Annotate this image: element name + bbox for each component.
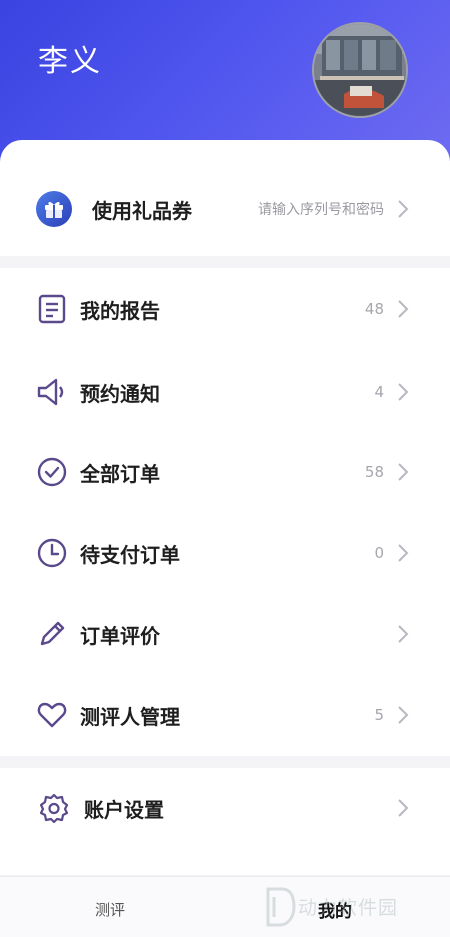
chevron-right-icon xyxy=(398,200,409,218)
menu-item-pending-payment[interactable]: 待支付订单 0 xyxy=(0,517,450,589)
menu-item-label: 全部订单 xyxy=(80,461,160,486)
watermark: 动力软件园 xyxy=(262,883,447,933)
divider xyxy=(0,756,450,768)
menu-item-my-reports[interactable]: 我的报告 48 xyxy=(0,273,450,345)
speaker-icon xyxy=(37,378,64,406)
menu-item-label: 测评人管理 xyxy=(80,704,180,729)
user-name: 李义 xyxy=(38,44,102,79)
clock-icon xyxy=(37,538,67,568)
gift-voucher-row[interactable]: 使用礼品券 请输入序列号和密码 xyxy=(0,173,450,245)
menu-item-count: 4 xyxy=(374,383,384,401)
menu-item-order-review[interactable]: 订单评价 xyxy=(0,598,450,670)
menu-item-label: 预约通知 xyxy=(80,381,160,406)
heart-icon xyxy=(37,702,67,728)
gift-icon xyxy=(36,191,72,227)
chevron-right-icon xyxy=(398,544,409,562)
menu-item-evaluee-management[interactable]: 测评人管理 5 xyxy=(0,679,450,751)
menu-item-count: 5 xyxy=(374,706,384,724)
menu-item-count: 58 xyxy=(364,463,384,481)
avatar-image xyxy=(314,24,406,116)
menu-item-label: 待支付订单 xyxy=(80,542,180,567)
watermark-text: 动力软件园 xyxy=(298,897,399,919)
avatar[interactable] xyxy=(312,22,408,118)
watermark-logo-icon xyxy=(266,887,296,927)
menu-item-count: 48 xyxy=(364,300,384,318)
check-circle-icon xyxy=(37,457,67,487)
chevron-right-icon xyxy=(398,799,409,817)
chevron-right-icon xyxy=(398,706,409,724)
chevron-right-icon xyxy=(398,625,409,643)
chevron-right-icon xyxy=(398,383,409,401)
menu-item-label: 账户设置 xyxy=(84,797,164,822)
settings-gear-icon xyxy=(39,793,69,824)
gift-voucher-label: 使用礼品券 xyxy=(92,198,192,223)
gift-voucher-hint: 请输入序列号和密码 xyxy=(258,202,384,218)
chevron-right-icon xyxy=(398,300,409,318)
menu-item-label: 我的报告 xyxy=(80,298,160,323)
divider xyxy=(0,256,450,268)
menu-card: 使用礼品券 请输入序列号和密码 我的报告 48 预约通知 4 全部订单 58 待… xyxy=(0,140,450,875)
pencil-icon xyxy=(40,621,65,646)
report-icon xyxy=(38,294,66,324)
chevron-right-icon xyxy=(398,463,409,481)
menu-item-count: 0 xyxy=(374,544,384,562)
tab-evaluation[interactable]: 测评 xyxy=(95,899,125,920)
menu-item-label: 订单评价 xyxy=(80,623,160,648)
menu-item-appointment-notice[interactable]: 预约通知 4 xyxy=(0,356,450,428)
menu-item-account-settings[interactable]: 账户设置 xyxy=(0,772,450,844)
menu-item-all-orders[interactable]: 全部订单 58 xyxy=(0,436,450,508)
